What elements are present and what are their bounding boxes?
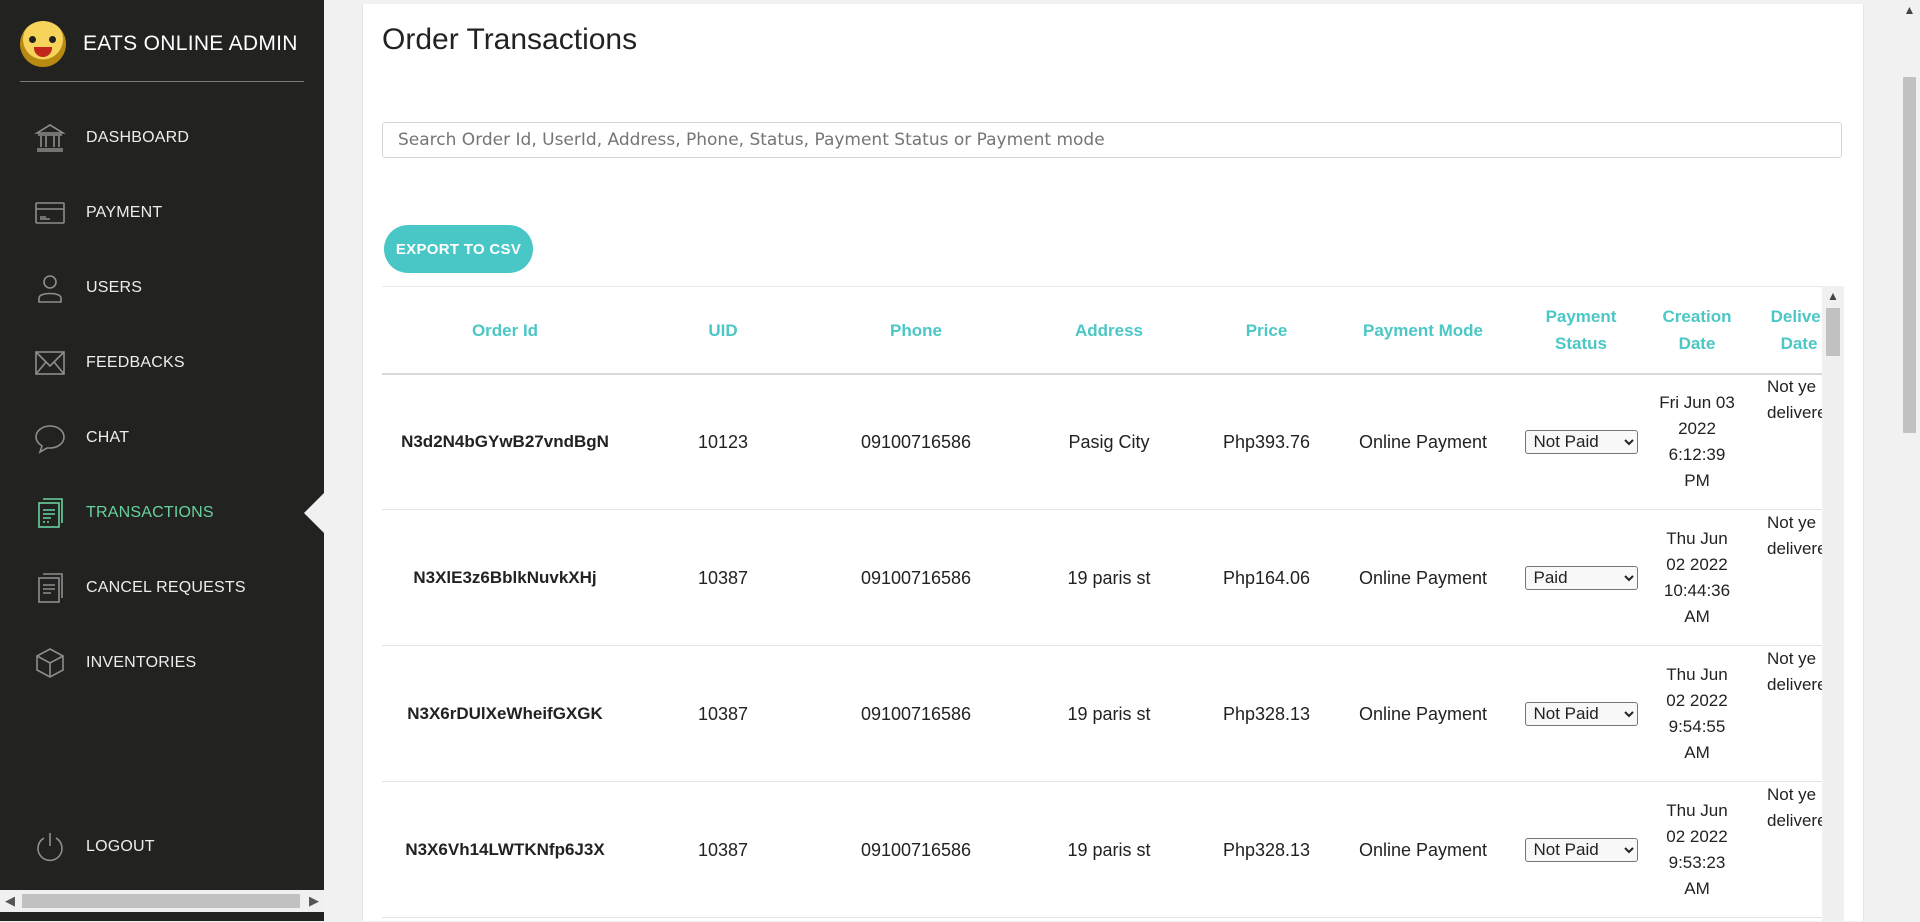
cell-phone: 09100716586 <box>860 839 972 860</box>
sidebar-item-payment[interactable]: PAYMENT <box>0 188 324 238</box>
sidebar-item-chat[interactable]: CHAT <box>0 413 324 463</box>
table-vertical-scrollbar[interactable]: ▲ <box>1822 286 1844 921</box>
cell-payment-status: Not PaidPaid <box>1517 510 1645 645</box>
bank-icon <box>33 121 67 155</box>
table-row[interactable]: N3X6Vh14LWTKNfp6J3X 10387 09100716586 19… <box>382 782 1842 918</box>
sidebar-footer <box>0 912 324 921</box>
sidebar-item-label: USERS <box>86 279 143 296</box>
sidebar-item-label: INVENTORIES <box>86 654 197 671</box>
header-address[interactable]: Address <box>1014 287 1204 373</box>
sidebar-item-label: FEEDBACKS <box>86 354 185 371</box>
header-payment-status[interactable]: Payment Status <box>1517 287 1645 373</box>
divider <box>20 81 304 82</box>
box-icon <box>33 646 67 680</box>
scrollbar-thumb[interactable] <box>22 894 300 908</box>
cell-uid: 10387 <box>697 839 749 860</box>
cell-address: 19 paris st <box>1067 839 1151 860</box>
cell-order-id: N3XlE3z6BblkNuvkXHj <box>413 567 597 587</box>
sidebar-item-transactions[interactable]: TRANSACTIONS <box>0 488 324 538</box>
logout-label: LOGOUT <box>86 838 155 855</box>
cell-creation-date: Thu Jun 02 2022 9:53:23 AM <box>1666 800 1728 898</box>
payment-status-select[interactable]: Not PaidPaid <box>1524 701 1638 726</box>
header-uid[interactable]: UID <box>628 287 818 373</box>
header-creation-date[interactable]: Creation Date <box>1645 287 1749 373</box>
sidebar: EATS ONLINE ADMIN DASHBOARD PAYMENT USER… <box>0 0 324 921</box>
power-icon <box>33 830 67 864</box>
cell-uid: 10123 <box>697 431 749 452</box>
mail-icon <box>33 346 67 380</box>
cell-price: Php328.13 <box>1222 839 1311 860</box>
active-indicator <box>304 493 324 533</box>
document-icon <box>33 571 67 605</box>
brand[interactable]: EATS ONLINE ADMIN <box>20 20 298 68</box>
cell-address: 19 paris st <box>1067 567 1151 588</box>
scroll-up-icon[interactable]: ▲ <box>1899 0 1920 20</box>
sidebar-item-feedbacks[interactable]: FEEDBACKS <box>0 338 324 388</box>
scrollbar-thumb[interactable] <box>1903 77 1916 433</box>
header-payment-mode[interactable]: Payment Mode <box>1329 287 1517 373</box>
cell-payment-status: Not PaidPaid <box>1517 782 1645 917</box>
logo-icon <box>20 21 66 67</box>
cell-uid: 10387 <box>697 703 749 724</box>
main-panel: Order Transactions EXPORT TO CSV Order I… <box>362 4 1864 921</box>
search-input[interactable] <box>382 122 1842 158</box>
sidebar-item-inventories[interactable]: INVENTORIES <box>0 638 324 688</box>
cell-payment-mode: Online Payment <box>1358 431 1488 452</box>
cell-creation-date: Fri Jun 03 2022 6:12:39 PM <box>1659 392 1735 490</box>
cell-payment-status: Not PaidPaid <box>1517 646 1645 781</box>
cell-payment-mode: Online Payment <box>1358 703 1488 724</box>
payment-status-select[interactable]: Not PaidPaid <box>1524 837 1638 862</box>
page-vertical-scrollbar[interactable]: ▲ <box>1899 0 1920 921</box>
payment-status-select[interactable]: Not PaidPaid <box>1524 565 1638 590</box>
sidebar-item-label: DASHBOARD <box>86 129 190 146</box>
receipt-icon <box>33 496 67 530</box>
cell-phone: 09100716586 <box>860 567 972 588</box>
transactions-table: Order Id UID Phone Address Price Payment… <box>382 286 1842 922</box>
cell-uid: 10387 <box>697 567 749 588</box>
sidebar-item-label: TRANSACTIONS <box>86 504 214 521</box>
sidebar-item-label: CHAT <box>86 429 130 446</box>
credit-card-icon <box>33 196 67 230</box>
user-icon <box>33 271 67 305</box>
table-row[interactable]: N3d2N4bGYwB27vndBgN 10123 09100716586 Pa… <box>382 374 1842 510</box>
sidebar-item-label: PAYMENT <box>86 204 163 221</box>
sidebar-item-dashboard[interactable]: DASHBOARD <box>0 113 324 163</box>
cell-address: Pasig City <box>1068 431 1150 452</box>
table-row[interactable]: N3X6rDUlXeWheifGXGK 10387 09100716586 19… <box>382 646 1842 782</box>
cell-address: 19 paris st <box>1067 703 1151 724</box>
brand-title: EATS ONLINE ADMIN <box>83 32 298 55</box>
cell-payment-mode: Online Payment <box>1358 567 1488 588</box>
cell-payment-mode: Online Payment <box>1358 839 1488 860</box>
scroll-up-icon[interactable]: ▲ <box>1822 286 1844 306</box>
cell-order-id: N3d2N4bGYwB27vndBgN <box>401 431 609 451</box>
export-csv-button[interactable]: EXPORT TO CSV <box>384 225 533 273</box>
cell-order-id: N3X6rDUlXeWheifGXGK <box>407 703 603 723</box>
payment-status-select[interactable]: Not PaidPaid <box>1524 429 1638 454</box>
sidebar-item-cancel-requests[interactable]: CANCEL REQUESTS <box>0 563 324 613</box>
cell-price: Php393.76 <box>1222 431 1311 452</box>
cell-phone: 09100716586 <box>860 431 972 452</box>
cell-phone: 09100716586 <box>860 703 972 724</box>
scroll-right-icon[interactable]: ▶ <box>304 890 324 912</box>
scrollbar-thumb[interactable] <box>1826 308 1840 356</box>
cell-creation-date: Thu Jun 02 2022 10:44:36 AM <box>1663 528 1731 626</box>
table-row[interactable]: N3XlE3z6BblkNuvkXHj 10387 09100716586 19… <box>382 510 1842 646</box>
cell-price: Php328.13 <box>1222 703 1311 724</box>
header-order-id[interactable]: Order Id <box>382 287 628 373</box>
sidebar-horizontal-scrollbar[interactable]: ◀ ▶ <box>0 890 324 912</box>
sidebar-item-label: CANCEL REQUESTS <box>86 579 246 596</box>
table-header: Order Id UID Phone Address Price Payment… <box>382 287 1842 375</box>
cell-price: Php164.06 <box>1222 567 1311 588</box>
header-phone[interactable]: Phone <box>818 287 1014 373</box>
header-price[interactable]: Price <box>1204 287 1329 373</box>
page-title: Order Transactions <box>382 23 638 56</box>
cell-creation-date: Thu Jun 02 2022 9:54:55 AM <box>1666 664 1728 762</box>
logout-button[interactable]: LOGOUT <box>0 822 324 872</box>
chat-bubble-icon <box>33 421 67 455</box>
scroll-left-icon[interactable]: ◀ <box>0 890 20 912</box>
cell-payment-status: Not PaidPaid <box>1517 374 1645 509</box>
sidebar-item-users[interactable]: USERS <box>0 263 324 313</box>
cell-order-id: N3X6Vh14LWTKNfp6J3X <box>405 839 605 859</box>
